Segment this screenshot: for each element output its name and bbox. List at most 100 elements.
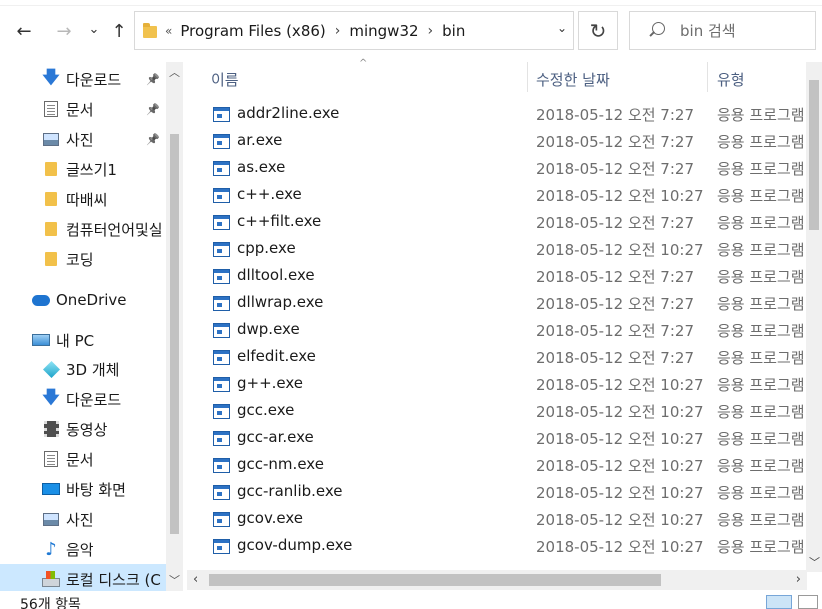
- refresh-button[interactable]: ↻: [578, 11, 618, 50]
- vertical-scroll-thumb[interactable]: [809, 80, 819, 230]
- document-icon: [42, 451, 60, 467]
- file-row[interactable]: c++.exe 2018-05-12 오전 10:27 응용 프로그램: [191, 182, 808, 209]
- scroll-left-icon[interactable]: ‹: [193, 572, 198, 587]
- overflow-chevron-icon[interactable]: «: [165, 24, 172, 38]
- sidebar-item[interactable]: 사진: [0, 504, 166, 534]
- recent-locations-chevron-icon[interactable]: ⌄: [81, 16, 107, 42]
- video-icon: [43, 421, 59, 437]
- file-row[interactable]: addr2line.exe 2018-05-12 오전 7:27 응용 프로그램: [191, 101, 808, 128]
- sidebar-item[interactable]: 동영상: [0, 414, 166, 444]
- file-row[interactable]: elfedit.exe 2018-05-12 오전 7:27 응용 프로그램: [191, 344, 808, 371]
- file-name: dwp.exe: [237, 320, 300, 338]
- search-box[interactable]: bin 검색: [629, 11, 816, 50]
- file-row[interactable]: dllwrap.exe 2018-05-12 오전 7:27 응용 프로그램: [191, 290, 808, 317]
- forward-arrow-icon[interactable]: →: [51, 18, 77, 44]
- application-icon: [213, 458, 230, 473]
- sidebar-item[interactable]: ♪ 음악: [0, 534, 166, 564]
- search-placeholder[interactable]: bin 검색: [680, 20, 736, 41]
- folder-icon: [45, 252, 57, 266]
- file-type: 응용 프로그램: [717, 430, 805, 448]
- navigation-scroll-thumb[interactable]: [170, 134, 179, 534]
- large-icons-view-button[interactable]: [798, 595, 818, 609]
- details-view-button[interactable]: [766, 595, 792, 609]
- back-arrow-icon[interactable]: ←: [11, 18, 37, 44]
- breadcrumb-bin[interactable]: bin: [442, 22, 465, 40]
- scroll-down-icon[interactable]: ﹀: [169, 572, 180, 588]
- file-modified-date: 2018-05-12 오전 7:27: [536, 349, 694, 367]
- file-row[interactable]: gcc.exe 2018-05-12 오전 10:27 응용 프로그램: [191, 398, 808, 425]
- scroll-down-icon[interactable]: ﹀: [809, 554, 820, 570]
- file-type: 응용 프로그램: [717, 214, 805, 232]
- application-icon: [213, 296, 230, 311]
- file-modified-date: 2018-05-12 오전 10:27: [536, 430, 704, 448]
- file-row[interactable]: gcc-nm.exe 2018-05-12 오전 10:27 응용 프로그램: [191, 452, 808, 479]
- address-bar[interactable]: « Program Files (x86) › mingw32 › bin ⌄: [134, 11, 574, 50]
- sidebar-item[interactable]: OneDrive: [0, 285, 166, 315]
- sidebar-item[interactable]: 문서: [0, 444, 166, 474]
- file-row[interactable]: gcc-ranlib.exe 2018-05-12 오전 10:27 응용 프로그램: [191, 479, 808, 506]
- file-modified-date: 2018-05-12 오전 7:27: [536, 322, 694, 340]
- scroll-up-icon[interactable]: ︿: [169, 64, 180, 80]
- file-row[interactable]: ar.exe 2018-05-12 오전 7:27 응용 프로그램: [191, 128, 808, 155]
- up-arrow-icon[interactable]: ↑: [106, 18, 132, 44]
- picture-icon: [43, 512, 59, 526]
- file-name: cpp.exe: [237, 239, 296, 257]
- scroll-right-icon[interactable]: ›: [796, 572, 801, 587]
- application-icon: [213, 377, 230, 392]
- breadcrumb-separator-icon[interactable]: ›: [428, 23, 434, 39]
- sidebar-item[interactable]: 내 PC: [0, 325, 166, 355]
- file-row[interactable]: dwp.exe 2018-05-12 오전 7:27 응용 프로그램: [191, 317, 808, 344]
- sidebar-item[interactable]: 컴퓨터언어및실: [0, 214, 166, 244]
- file-row[interactable]: gcov.exe 2018-05-12 오전 10:27 응용 프로그램: [191, 506, 808, 533]
- breadcrumb-mingw32[interactable]: mingw32: [349, 22, 418, 40]
- column-header-name[interactable]: 이름: [211, 64, 239, 94]
- music-icon: ♪: [45, 538, 57, 560]
- folder-icon: [143, 22, 157, 38]
- sidebar-item[interactable]: 3D 개체: [0, 354, 166, 384]
- file-row[interactable]: cpp.exe 2018-05-12 오전 10:27 응용 프로그램: [191, 236, 808, 263]
- music-icon: ♪: [42, 538, 60, 560]
- file-name: as.exe: [237, 158, 286, 176]
- horizontal-scroll-thumb[interactable]: [209, 574, 661, 586]
- sidebar-item[interactable]: 로컬 디스크 (C: [0, 564, 166, 591]
- sidebar-item[interactable]: 따배씨: [0, 184, 166, 214]
- breadcrumb-program-files[interactable]: Program Files (x86): [180, 22, 325, 40]
- file-row[interactable]: dlltool.exe 2018-05-12 오전 7:27 응용 프로그램: [191, 263, 808, 290]
- file-row[interactable]: gcov-dump.exe 2018-05-12 오전 10:27 응용 프로그램: [191, 533, 808, 560]
- navigation-pane-scrollbar[interactable]: ︿ ﹀: [166, 62, 183, 591]
- column-header-date[interactable]: 수정한 날짜: [536, 64, 610, 94]
- column-header-type[interactable]: 유형: [717, 64, 745, 94]
- desktop-icon: [42, 483, 60, 495]
- sidebar-item[interactable]: 바탕 화면: [0, 474, 166, 504]
- sidebar-item-label: 3D 개체: [66, 360, 120, 379]
- file-name: gcc.exe: [237, 401, 295, 419]
- sidebar-item[interactable]: 글쓰기1: [0, 154, 166, 184]
- folder-icon: [42, 161, 60, 177]
- breadcrumb-separator-icon[interactable]: ›: [335, 23, 341, 39]
- file-list-horizontal-scrollbar[interactable]: ‹ ›: [187, 570, 807, 590]
- column-divider[interactable]: [707, 62, 708, 92]
- sidebar-item[interactable]: 문서 📌: [0, 94, 166, 124]
- document-icon: [44, 451, 58, 467]
- file-row[interactable]: g++.exe 2018-05-12 오전 10:27 응용 프로그램: [191, 371, 808, 398]
- folder-icon: [45, 192, 57, 206]
- sidebar-item[interactable]: 🡇 다운로드: [0, 384, 166, 414]
- 3d-objects-icon: [42, 360, 60, 378]
- sidebar-item-label: 따배씨: [66, 190, 108, 209]
- sidebar-item[interactable]: 코딩: [0, 244, 166, 274]
- pin-icon: 📌: [146, 102, 160, 116]
- ribbon-edge: [0, 0, 822, 6]
- download-icon: 🡇: [42, 67, 60, 88]
- file-modified-date: 2018-05-12 오전 10:27: [536, 538, 704, 556]
- file-row[interactable]: c++filt.exe 2018-05-12 오전 7:27 응용 프로그램: [191, 209, 808, 236]
- file-list-vertical-scrollbar[interactable]: ﹀: [806, 62, 822, 572]
- sidebar-item[interactable]: 🡇 다운로드 📌: [0, 64, 166, 94]
- file-row[interactable]: as.exe 2018-05-12 오전 7:27 응용 프로그램: [191, 155, 808, 182]
- folder-icon: [45, 222, 57, 236]
- sidebar-item[interactable]: 사진 📌: [0, 124, 166, 154]
- file-modified-date: 2018-05-12 오전 7:27: [536, 133, 694, 151]
- file-name: c++.exe: [237, 185, 302, 203]
- address-dropdown-icon[interactable]: ⌄: [557, 21, 567, 35]
- file-row[interactable]: gcc-ar.exe 2018-05-12 오전 10:27 응용 프로그램: [191, 425, 808, 452]
- column-divider[interactable]: [527, 62, 528, 92]
